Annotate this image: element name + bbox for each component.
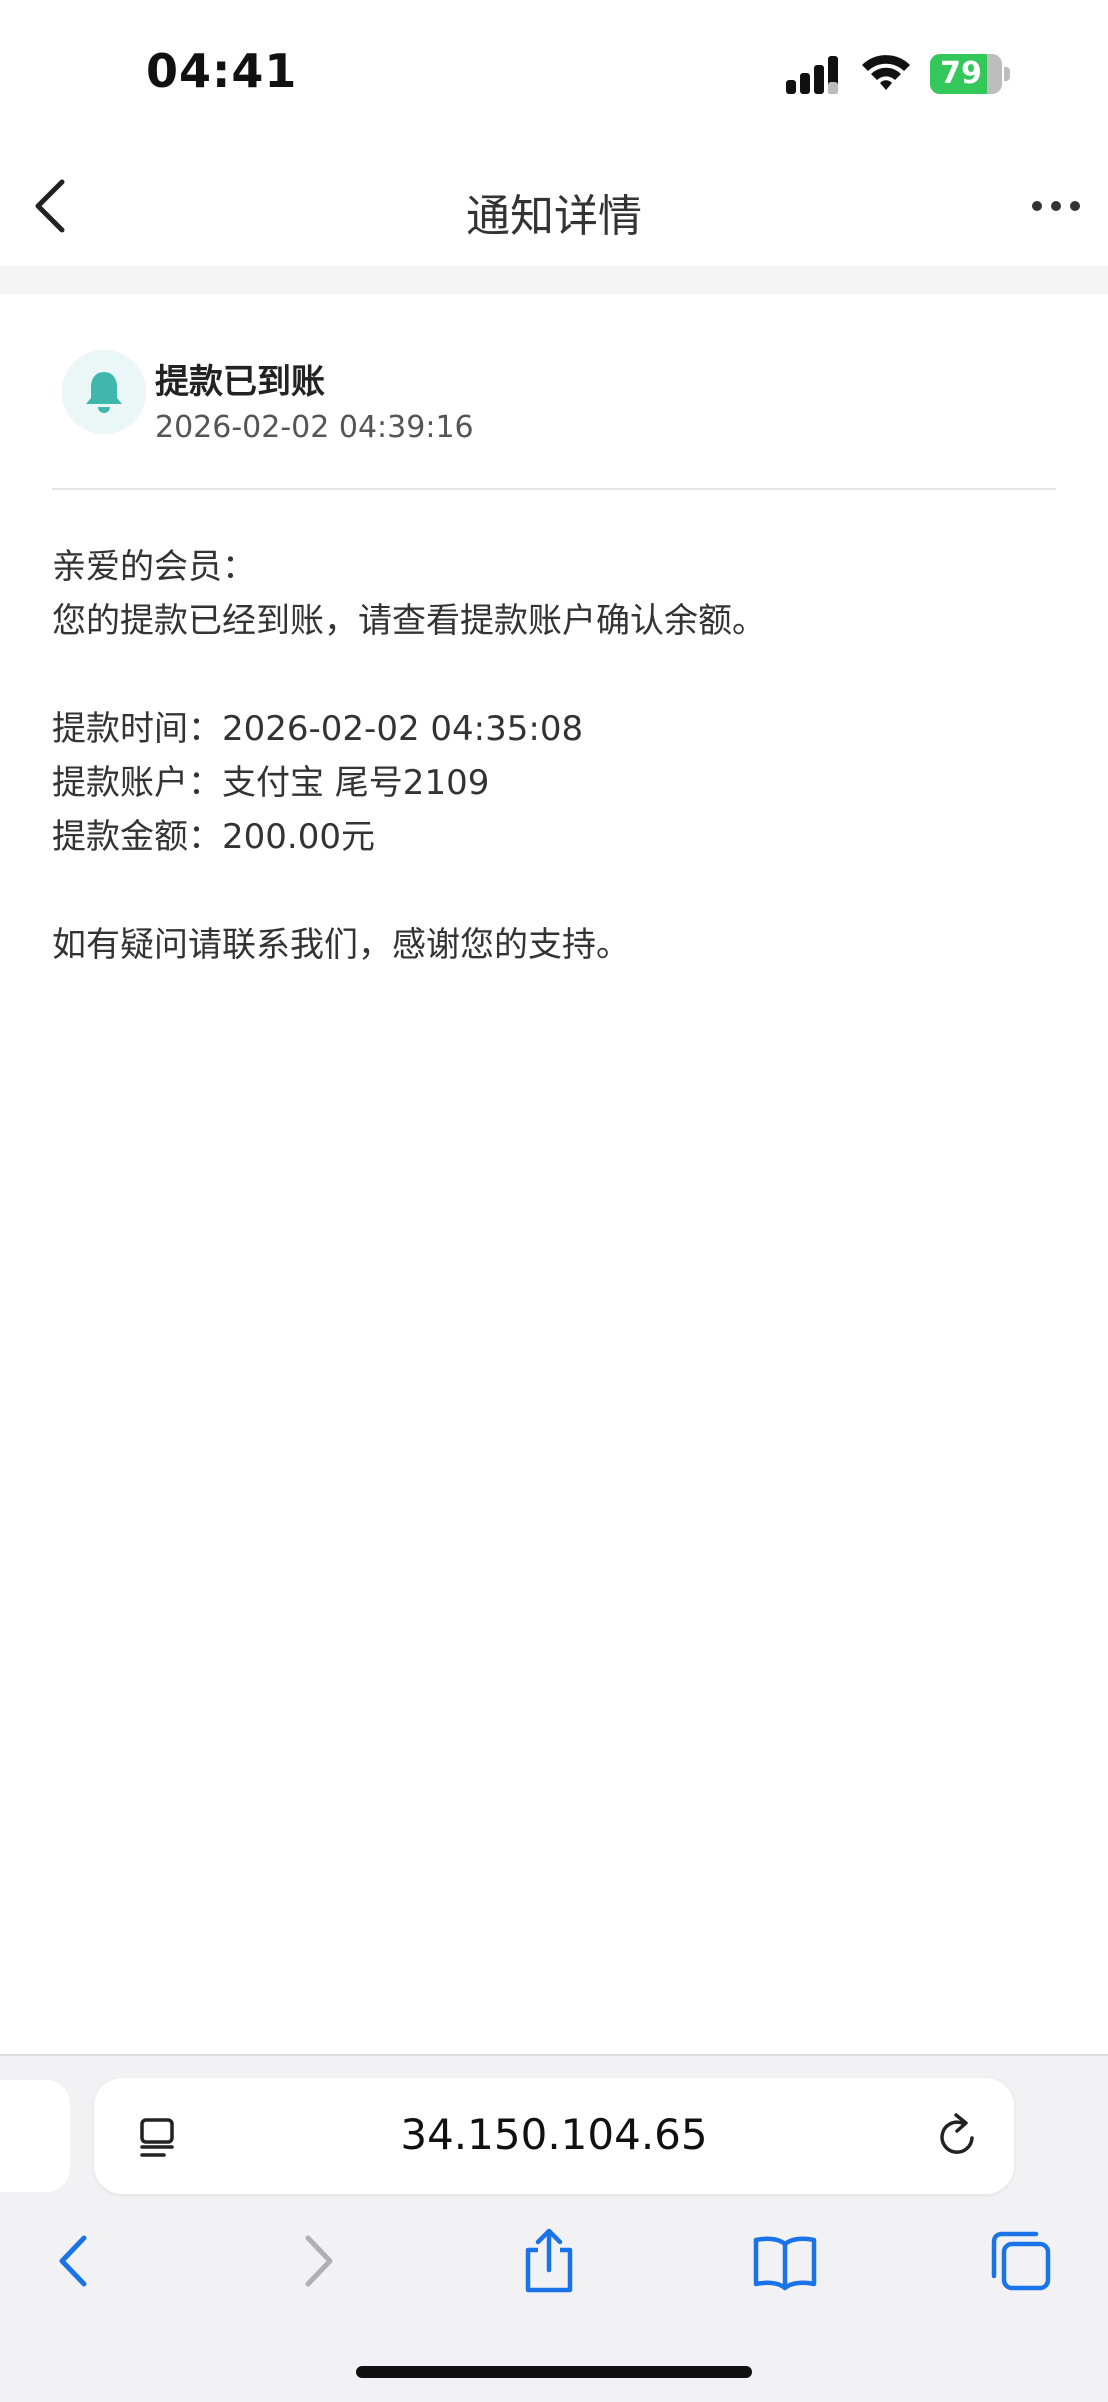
adjacent-tab-preview[interactable]: [0, 2080, 70, 2192]
share-icon[interactable]: [514, 2226, 584, 2296]
page-title: 通知详情: [466, 191, 642, 242]
url-text[interactable]: 34.150.104.65: [94, 2110, 1014, 2159]
reload-icon[interactable]: [934, 2112, 982, 2162]
cellular-signal-icon: [786, 56, 838, 94]
tabs-icon[interactable]: [986, 2226, 1056, 2296]
closing-text: 如有疑问请联系我们，感谢您的支持。: [52, 925, 630, 965]
battery-indicator: 79: [930, 54, 1010, 94]
forward-icon[interactable]: [282, 2226, 352, 2296]
address-bar[interactable]: 34.150.104.65: [94, 2078, 1014, 2194]
detail-withdraw-amount: 提款金额：200.00元: [52, 817, 375, 857]
back-icon[interactable]: [40, 2226, 110, 2296]
bell-icon: [86, 372, 122, 413]
greeting-text: 亲爱的会员：: [52, 547, 256, 587]
bell-badge: [62, 350, 146, 434]
section-divider-band: [0, 266, 1108, 294]
notice-title: 提款已到账: [155, 362, 325, 402]
status-bar: 04:41 79: [0, 0, 1108, 150]
home-indicator: [356, 2366, 752, 2378]
notice-header: 提款已到账 2026-02-02 04:39:16: [52, 340, 1056, 490]
notice-timestamp: 2026-02-02 04:39:16: [155, 410, 474, 445]
ellipsis-icon[interactable]: [1030, 198, 1082, 214]
browser-bottom-bar: 34.150.104.65: [0, 2054, 1108, 2402]
detail-withdraw-account: 提款账户：支付宝 尾号2109: [52, 763, 490, 803]
battery-percent: 79: [940, 56, 982, 91]
status-time: 04:41: [146, 44, 298, 98]
divider: [52, 488, 1056, 490]
bookmarks-icon[interactable]: [750, 2226, 820, 2296]
message-text: 您的提款已经到账，请查看提款账户确认余额。: [52, 601, 766, 641]
wifi-icon: [862, 55, 910, 90]
detail-withdraw-time: 提款时间：2026-02-02 04:35:08: [52, 709, 584, 749]
notice-body: 亲爱的会员： 您的提款已经到账，请查看提款账户确认余额。 提款时间：2026-0…: [52, 540, 1056, 972]
nav-bar: 通知详情: [0, 150, 1108, 266]
